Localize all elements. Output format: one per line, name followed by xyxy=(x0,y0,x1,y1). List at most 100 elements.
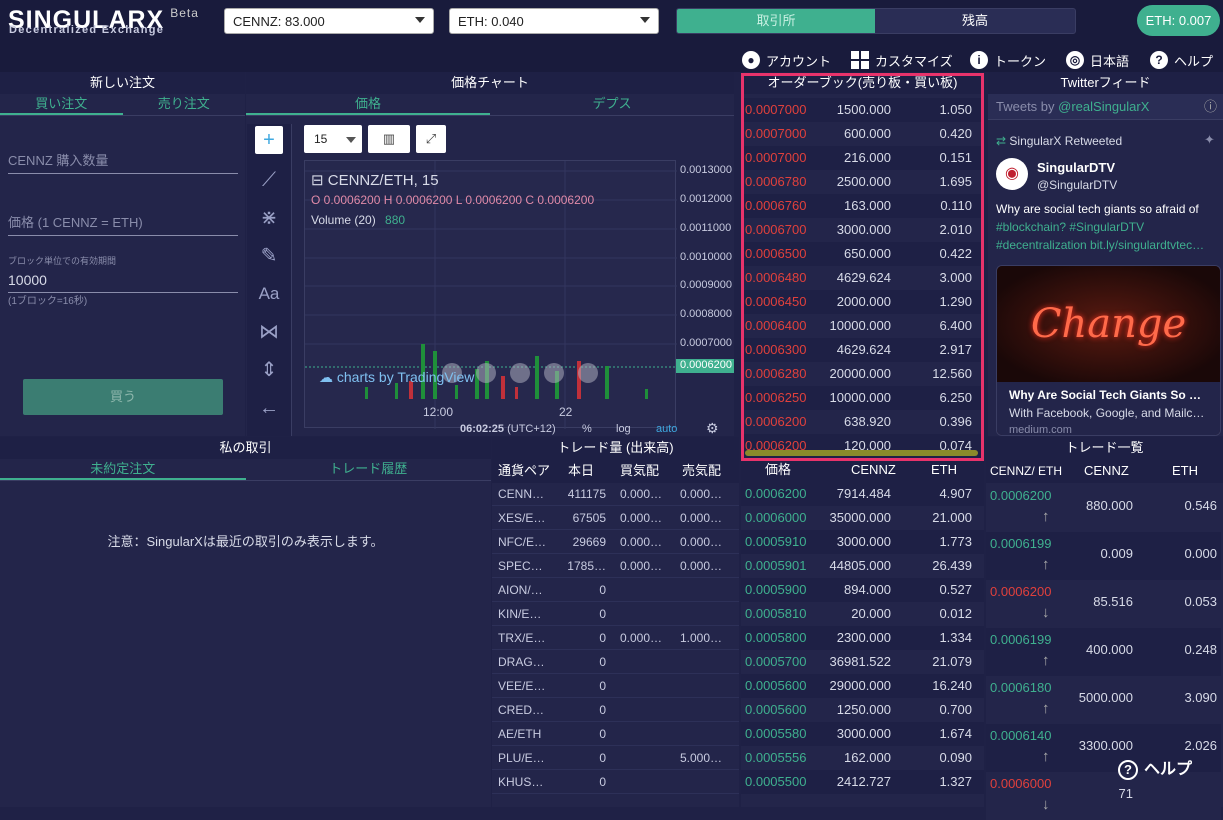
today-cell: 67505 xyxy=(572,511,606,525)
buy-order-row[interactable]: 0.0005900 894.000 0.527 xyxy=(741,578,984,602)
brush-icon[interactable]: ✎ xyxy=(255,242,283,270)
tab-exchange[interactable]: 取引所 xyxy=(677,9,875,33)
volume-row[interactable]: VEE/E… 0 xyxy=(492,674,739,698)
trade-price: 0.0006199 xyxy=(990,632,1052,647)
trendline-icon[interactable]: ⟋ xyxy=(255,166,283,194)
order-total: 26.439 xyxy=(932,558,972,573)
buy-button[interactable]: 買う xyxy=(23,379,223,415)
today-cell: 0 xyxy=(599,631,606,645)
auto-toggle[interactable]: auto xyxy=(656,423,677,435)
back-arrow-icon[interactable]: ← xyxy=(255,394,283,422)
handle-link[interactable]: @realSingularX xyxy=(1058,99,1149,114)
nav-help[interactable]: ? ヘルプ xyxy=(1150,50,1213,70)
order-amount: 44805.000 xyxy=(829,558,891,573)
volume-row[interactable]: KHUS… 0 xyxy=(492,770,739,794)
tweet-text[interactable]: #blockchain? #SingularDTV xyxy=(996,220,1144,234)
tab-price[interactable]: 価格 xyxy=(246,94,490,115)
pattern-icon[interactable]: ⋈ xyxy=(255,318,283,346)
crosshair-icon[interactable]: + xyxy=(255,126,283,154)
ytick: 0.0009000 xyxy=(680,279,732,291)
trade-eth: 3.090 xyxy=(1184,690,1217,705)
view-toggle: 取引所 残高 xyxy=(676,8,1076,34)
buy-order-row[interactable]: 0.0005800 2300.000 1.334 xyxy=(741,626,984,650)
volume-row[interactable]: KIN/E… 0 xyxy=(492,602,739,626)
ytick: 0.0011000 xyxy=(680,222,732,234)
trade-row[interactable]: 0.0006200 ↑ 880.000 0.546 xyxy=(986,484,1221,532)
my-trades-tabs: 未約定注文 トレード履歴 xyxy=(0,459,491,481)
pair-cell: KIN/E… xyxy=(498,607,542,621)
help-floating-button[interactable]: ? ヘルプ xyxy=(1118,756,1192,784)
buy-order-row[interactable]: 0.0005901 44805.000 26.439 xyxy=(741,554,984,578)
tab-trade-history[interactable]: トレード履歴 xyxy=(246,459,492,480)
buy-order-row[interactable]: 0.0005700 36981.522 21.079 xyxy=(741,650,984,674)
price-input[interactable]: 価格 (1 CENNZ = ETH) xyxy=(8,212,238,236)
buy-order-row[interactable]: 0.0005810 20.000 0.012 xyxy=(741,602,984,626)
tweet-card[interactable]: Change Why Are Social Tech Giants So … W… xyxy=(996,265,1221,436)
log-toggle[interactable]: log xyxy=(616,423,631,435)
order-amount: 7914.484 xyxy=(836,486,891,501)
buy-order-row[interactable]: 0.0005500 2412.727 1.327 xyxy=(741,770,984,794)
order-amount: 162.000 xyxy=(844,750,891,765)
ytick: 0.0007000 xyxy=(680,337,732,349)
token-select[interactable]: CENNZ: 83.000 xyxy=(224,8,434,34)
tab-depth[interactable]: デプス xyxy=(490,94,734,115)
buy-order-row[interactable]: 0.0005556 162.000 0.090 xyxy=(741,746,984,770)
logo-subtitle: Decentralized Exchange xyxy=(9,24,165,36)
chart-plot[interactable]: ⊟ CENNZ/ETH, 15 O 0.0006200 H 0.0006200 … xyxy=(304,160,677,429)
trade-row[interactable]: 0.0006180 ↑ 5000.000 3.090 xyxy=(986,676,1221,724)
interval-select[interactable]: 15 xyxy=(304,125,362,153)
volume-row[interactable]: CENN… 411175 0.000… 0.000… xyxy=(492,482,739,506)
card-subtitle: With Facebook, Google, and Mailc… xyxy=(1009,406,1205,420)
volume-row[interactable]: PLU/E… 0 5.000… xyxy=(492,746,739,770)
quantity-input[interactable]: CENNZ 購入数量 xyxy=(8,150,238,174)
ytick: 0.0013000 xyxy=(680,164,732,176)
measure-icon[interactable]: ⇕ xyxy=(255,356,283,384)
tweets-by: Tweets by @realSingularX ⓘ xyxy=(988,94,1223,120)
nav-language[interactable]: ◎ 日本語 xyxy=(1066,50,1129,70)
buy-order-row[interactable]: 0.0005580 3000.000 1.674 xyxy=(741,722,984,746)
fullscreen-icon[interactable]: ⤢ xyxy=(416,125,446,153)
gear-icon[interactable]: ⚙ xyxy=(706,420,719,437)
buy-order-row[interactable]: 0.0005600 29000.000 16.240 xyxy=(741,674,984,698)
tab-buy[interactable]: 買い注文 xyxy=(0,94,123,115)
volume-row[interactable]: CRED… 0 xyxy=(492,698,739,722)
volume-row[interactable]: XES/E… 67505 0.000… 0.000… xyxy=(492,506,739,530)
today-cell: 1785… xyxy=(567,559,606,573)
eth-select[interactable]: ETH: 0.040 xyxy=(449,8,659,34)
tab-balance[interactable]: 残高 xyxy=(875,9,1075,33)
trade-row[interactable]: 0.0006199 ↑ 400.000 0.248 xyxy=(986,628,1221,676)
arrow-up-icon: ↑ xyxy=(1042,700,1050,717)
tweet-text[interactable]: #decentralization bit.ly/singulardtvtec… xyxy=(996,238,1204,252)
tweet-user[interactable]: SingularDTV xyxy=(1037,160,1115,175)
volume-row[interactable]: DRAG… 0 xyxy=(492,650,739,674)
nav-tokens[interactable]: i トークン xyxy=(970,50,1046,70)
volume-row[interactable]: TRX/E… 0 0.000… 1.000… xyxy=(492,626,739,650)
buy-order-row[interactable]: 0.0006200 7914.484 4.907 xyxy=(741,482,984,506)
trade-row[interactable]: 0.0006199 ↑ 0.009 0.000 xyxy=(986,532,1221,580)
info-icon[interactable]: ⓘ xyxy=(1204,94,1217,120)
volume-row[interactable]: NFC/E… 29669 0.000… 0.000… xyxy=(492,530,739,554)
buy-order-row[interactable]: 0.0006000 35000.000 21.000 xyxy=(741,506,984,530)
text-icon[interactable]: Aa xyxy=(255,280,283,308)
volume-row[interactable]: AION/… 0 xyxy=(492,578,739,602)
buy-order-row[interactable]: 0.0005600 1250.000 0.700 xyxy=(741,698,984,722)
nav-customize[interactable]: カスタマイズ xyxy=(851,50,953,70)
volume-row[interactable]: SPEC… 1785… 0.000… 0.000… xyxy=(492,554,739,578)
nav-account[interactable]: ● アカウント xyxy=(742,50,831,70)
avatar[interactable]: ◉ xyxy=(996,158,1028,190)
fib-icon[interactable]: ⋇ xyxy=(255,204,283,232)
buy-order-row[interactable]: 0.0005910 3000.000 1.773 xyxy=(741,530,984,554)
trade-row[interactable]: 0.0006200 ↓ 85.516 0.053 xyxy=(986,580,1221,628)
percent-toggle[interactable]: % xyxy=(582,423,592,435)
arrow-up-icon: ↑ xyxy=(1042,508,1050,525)
volume-row[interactable]: AE/ETH 0 xyxy=(492,722,739,746)
tab-sell[interactable]: 売り注文 xyxy=(123,94,246,115)
panel-title: 私の取引 xyxy=(0,437,491,459)
trade-price: 0.0006199 xyxy=(990,536,1052,551)
indicators-icon[interactable]: ▥ xyxy=(368,125,410,153)
eth-balance-badge[interactable]: ETH: 0.007 xyxy=(1137,5,1220,36)
trade-price: 0.0006140 xyxy=(990,728,1052,743)
tab-open-orders[interactable]: 未約定注文 xyxy=(0,459,246,480)
expiry-input[interactable]: 10000 xyxy=(8,272,238,293)
col-header: 価格 xyxy=(765,462,792,477)
